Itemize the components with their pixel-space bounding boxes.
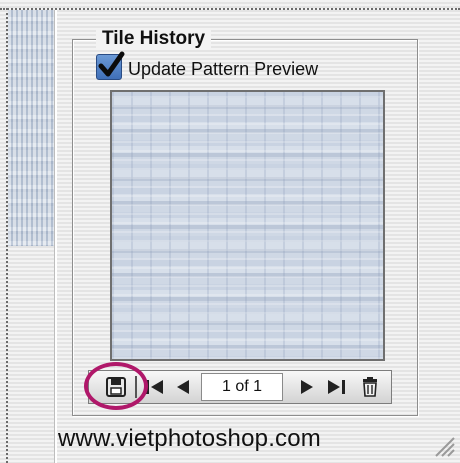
previous-icon xyxy=(177,380,189,394)
trash-icon xyxy=(363,377,377,397)
history-counter: 1 of 1 xyxy=(201,373,283,401)
update-preview-label: Update Pattern Preview xyxy=(128,59,319,79)
checkmark-icon xyxy=(98,51,125,77)
selection-border-top xyxy=(0,8,460,10)
source-image-strip xyxy=(8,10,54,246)
last-icon xyxy=(328,380,345,394)
panel-divider xyxy=(54,10,57,463)
save-button-highlight xyxy=(84,362,148,410)
next-button[interactable] xyxy=(295,373,319,401)
last-button[interactable] xyxy=(323,373,351,401)
previous-button[interactable] xyxy=(171,373,195,401)
delete-button[interactable] xyxy=(357,373,383,401)
pattern-preview xyxy=(110,90,385,361)
resize-grip-icon[interactable] xyxy=(426,428,456,458)
update-preview-checkbox[interactable] xyxy=(96,51,125,80)
group-title: Tile History xyxy=(96,28,212,50)
watermark-text: www.vietphotoshop.com xyxy=(58,425,321,452)
next-icon xyxy=(301,380,313,394)
